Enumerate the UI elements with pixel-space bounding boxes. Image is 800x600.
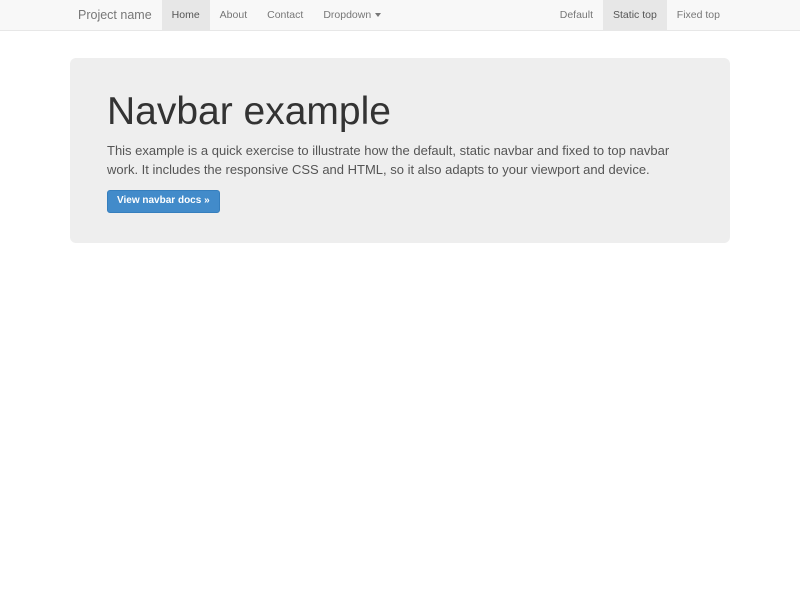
nav-item-label: Home	[172, 9, 200, 21]
caret-down-icon	[375, 13, 381, 17]
navbar-brand[interactable]: Project name	[70, 0, 162, 30]
nav-item-dropdown[interactable]: Dropdown	[313, 0, 391, 30]
nav-item-static-top[interactable]: Static top	[603, 0, 667, 30]
main-content: Navbar example This example is a quick e…	[70, 58, 730, 243]
jumbotron: Navbar example This example is a quick e…	[70, 58, 730, 243]
page-title: Navbar example	[107, 91, 693, 133]
navbar-container: Project name Home About Contact Dropdown…	[70, 0, 730, 30]
nav-item-label: Dropdown	[323, 9, 371, 21]
nav-item-label: Static top	[613, 9, 657, 21]
nav-item-default[interactable]: Default	[550, 0, 603, 30]
nav-item-label: Contact	[267, 9, 303, 21]
nav-item-contact[interactable]: Contact	[257, 0, 313, 30]
navbar: Project name Home About Contact Dropdown…	[0, 0, 800, 31]
nav-item-fixed-top[interactable]: Fixed top	[667, 0, 730, 30]
navbar-left-nav: Home About Contact Dropdown	[162, 0, 392, 30]
nav-item-label: About	[220, 9, 247, 21]
nav-item-label: Default	[560, 9, 593, 21]
view-navbar-docs-button[interactable]: View navbar docs »	[107, 190, 220, 213]
nav-item-home[interactable]: Home	[162, 0, 210, 30]
navbar-right-nav: Default Static top Fixed top	[550, 0, 730, 30]
nav-item-label: Fixed top	[677, 9, 720, 21]
nav-item-about[interactable]: About	[210, 0, 257, 30]
jumbotron-description: This example is a quick exercise to illu…	[107, 142, 682, 180]
